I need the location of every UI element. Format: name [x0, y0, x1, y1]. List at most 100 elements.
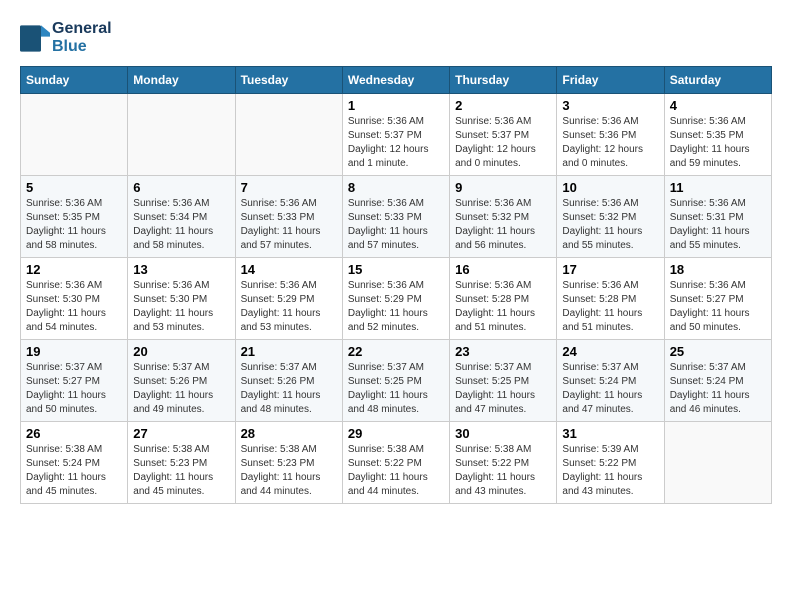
day-info: Sunrise: 5:38 AM Sunset: 5:22 PM Dayligh…: [455, 443, 551, 499]
calendar-cell: 5 Sunrise: 5:36 AM Sunset: 5:35 PM Daylig…: [21, 176, 128, 258]
day-number: 15: [348, 262, 444, 277]
calendar-cell: [664, 422, 771, 504]
logo-text-line1: General: [52, 20, 112, 38]
day-info: Sunrise: 5:38 AM Sunset: 5:24 PM Dayligh…: [26, 443, 122, 499]
day-info: Sunrise: 5:36 AM Sunset: 5:36 PM Dayligh…: [562, 115, 658, 171]
calendar-cell: 28 Sunrise: 5:38 AM Sunset: 5:23 PM Dayli…: [235, 422, 342, 504]
day-info: Sunrise: 5:36 AM Sunset: 5:28 PM Dayligh…: [455, 279, 551, 335]
day-info: Sunrise: 5:36 AM Sunset: 5:34 PM Dayligh…: [133, 197, 229, 253]
day-number: 18: [670, 262, 766, 277]
day-number: 12: [26, 262, 122, 277]
calendar-cell: 7Sunrise: 5:36 AM Sunset: 5:33 PM Daylig…: [235, 176, 342, 258]
day-number: 24: [562, 344, 658, 359]
day-number: 3: [562, 98, 658, 113]
day-info: Sunrise: 5:36 AM Sunset: 5:37 PM Dayligh…: [455, 115, 551, 171]
day-info: Sunrise: 5:37 AM Sunset: 5:27 PM Dayligh…: [26, 361, 122, 417]
day-info: Sunrise: 5:36 AM Sunset: 5:32 PM Dayligh…: [455, 197, 551, 253]
calendar-cell: 20Sunrise: 5:37 AM Sunset: 5:26 PM Dayli…: [128, 340, 235, 422]
day-number: 5: [26, 180, 122, 195]
calendar-cell: 23 Sunrise: 5:37 AM Sunset: 5:25 PM Dayli…: [450, 340, 557, 422]
day-number: 30: [455, 426, 551, 441]
column-header-sunday: Sunday: [21, 67, 128, 94]
day-info: Sunrise: 5:38 AM Sunset: 5:23 PM Dayligh…: [133, 443, 229, 499]
day-number: 29: [348, 426, 444, 441]
day-info: Sunrise: 5:38 AM Sunset: 5:23 PM Dayligh…: [241, 443, 337, 499]
calendar-cell: 11 Sunrise: 5:36 AM Sunset: 5:31 PM Dayli…: [664, 176, 771, 258]
day-info: Sunrise: 5:36 AM Sunset: 5:35 PM Dayligh…: [26, 197, 122, 253]
calendar-cell: 19 Sunrise: 5:37 AM Sunset: 5:27 PM Dayli…: [21, 340, 128, 422]
day-info: Sunrise: 5:36 AM Sunset: 5:32 PM Dayligh…: [562, 197, 658, 253]
logo-icon: [20, 21, 50, 56]
calendar-cell: 29 Sunrise: 5:38 AM Sunset: 5:22 PM Dayli…: [342, 422, 449, 504]
day-info: Sunrise: 5:37 AM Sunset: 5:25 PM Dayligh…: [455, 361, 551, 417]
day-number: 26: [26, 426, 122, 441]
day-info: Sunrise: 5:37 AM Sunset: 5:25 PM Dayligh…: [348, 361, 444, 417]
calendar-week-row: 5 Sunrise: 5:36 AM Sunset: 5:35 PM Daylig…: [21, 176, 772, 258]
day-number: 8: [348, 180, 444, 195]
day-info: Sunrise: 5:36 AM Sunset: 5:29 PM Dayligh…: [241, 279, 337, 335]
calendar-cell: 21 Sunrise: 5:37 AM Sunset: 5:26 PM Dayli…: [235, 340, 342, 422]
page-header: General Blue: [20, 20, 772, 56]
day-info: Sunrise: 5:36 AM Sunset: 5:33 PM Dayligh…: [241, 197, 337, 253]
day-number: 27: [133, 426, 229, 441]
day-info: Sunrise: 5:36 AM Sunset: 5:28 PM Dayligh…: [562, 279, 658, 335]
day-number: 13: [133, 262, 229, 277]
day-number: 28: [241, 426, 337, 441]
calendar-cell: 8 Sunrise: 5:36 AM Sunset: 5:33 PM Daylig…: [342, 176, 449, 258]
day-number: 16: [455, 262, 551, 277]
day-number: 2: [455, 98, 551, 113]
calendar-cell: 25Sunrise: 5:37 AM Sunset: 5:24 PM Dayli…: [664, 340, 771, 422]
day-info: Sunrise: 5:36 AM Sunset: 5:30 PM Dayligh…: [133, 279, 229, 335]
day-number: 19: [26, 344, 122, 359]
calendar-cell: 14 Sunrise: 5:36 AM Sunset: 5:29 PM Dayli…: [235, 258, 342, 340]
calendar-cell: 12 Sunrise: 5:36 AM Sunset: 5:30 PM Dayli…: [21, 258, 128, 340]
calendar-header-row: SundayMondayTuesdayWednesdayThursdayFrid…: [21, 67, 772, 94]
day-number: 11: [670, 180, 766, 195]
calendar-cell: 22 Sunrise: 5:37 AM Sunset: 5:25 PM Dayli…: [342, 340, 449, 422]
column-header-thursday: Thursday: [450, 67, 557, 94]
calendar-cell: [128, 94, 235, 176]
calendar-cell: 15 Sunrise: 5:36 AM Sunset: 5:29 PM Dayli…: [342, 258, 449, 340]
calendar-week-row: 19 Sunrise: 5:37 AM Sunset: 5:27 PM Dayli…: [21, 340, 772, 422]
day-number: 22: [348, 344, 444, 359]
column-header-tuesday: Tuesday: [235, 67, 342, 94]
calendar-table: SundayMondayTuesdayWednesdayThursdayFrid…: [20, 66, 772, 504]
calendar-week-row: 26 Sunrise: 5:38 AM Sunset: 5:24 PM Dayli…: [21, 422, 772, 504]
calendar-cell: 17 Sunrise: 5:36 AM Sunset: 5:28 PM Dayli…: [557, 258, 664, 340]
day-number: 4: [670, 98, 766, 113]
day-info: Sunrise: 5:39 AM Sunset: 5:22 PM Dayligh…: [562, 443, 658, 499]
day-info: Sunrise: 5:36 AM Sunset: 5:31 PM Dayligh…: [670, 197, 766, 253]
calendar-cell: 16 Sunrise: 5:36 AM Sunset: 5:28 PM Dayli…: [450, 258, 557, 340]
day-info: Sunrise: 5:37 AM Sunset: 5:26 PM Dayligh…: [241, 361, 337, 417]
day-info: Sunrise: 5:36 AM Sunset: 5:33 PM Dayligh…: [348, 197, 444, 253]
calendar-cell: 30 Sunrise: 5:38 AM Sunset: 5:22 PM Dayli…: [450, 422, 557, 504]
calendar-cell: 4 Sunrise: 5:36 AM Sunset: 5:35 PM Daylig…: [664, 94, 771, 176]
day-info: Sunrise: 5:38 AM Sunset: 5:22 PM Dayligh…: [348, 443, 444, 499]
day-number: 25: [670, 344, 766, 359]
day-info: Sunrise: 5:37 AM Sunset: 5:24 PM Dayligh…: [562, 361, 658, 417]
day-info: Sunrise: 5:36 AM Sunset: 5:27 PM Dayligh…: [670, 279, 766, 335]
column-header-friday: Friday: [557, 67, 664, 94]
calendar-cell: 18 Sunrise: 5:36 AM Sunset: 5:27 PM Dayli…: [664, 258, 771, 340]
day-info: Sunrise: 5:36 AM Sunset: 5:30 PM Dayligh…: [26, 279, 122, 335]
calendar-cell: 6 Sunrise: 5:36 AM Sunset: 5:34 PM Daylig…: [128, 176, 235, 258]
calendar-week-row: 1Sunrise: 5:36 AM Sunset: 5:37 PM Daylig…: [21, 94, 772, 176]
day-number: 23: [455, 344, 551, 359]
calendar-cell: 3 Sunrise: 5:36 AM Sunset: 5:36 PM Daylig…: [557, 94, 664, 176]
calendar-cell: 26 Sunrise: 5:38 AM Sunset: 5:24 PM Dayli…: [21, 422, 128, 504]
logo-text-line2: Blue: [52, 38, 112, 56]
day-number: 20: [133, 344, 229, 359]
calendar-week-row: 12 Sunrise: 5:36 AM Sunset: 5:30 PM Dayli…: [21, 258, 772, 340]
calendar-cell: 9 Sunrise: 5:36 AM Sunset: 5:32 PM Daylig…: [450, 176, 557, 258]
day-info: Sunrise: 5:36 AM Sunset: 5:29 PM Dayligh…: [348, 279, 444, 335]
calendar-cell: [21, 94, 128, 176]
calendar-cell: 31Sunrise: 5:39 AM Sunset: 5:22 PM Dayli…: [557, 422, 664, 504]
day-number: 14: [241, 262, 337, 277]
day-number: 6: [133, 180, 229, 195]
day-number: 21: [241, 344, 337, 359]
column-header-monday: Monday: [128, 67, 235, 94]
day-number: 17: [562, 262, 658, 277]
day-number: 9: [455, 180, 551, 195]
calendar-cell: [235, 94, 342, 176]
day-info: Sunrise: 5:36 AM Sunset: 5:35 PM Dayligh…: [670, 115, 766, 171]
